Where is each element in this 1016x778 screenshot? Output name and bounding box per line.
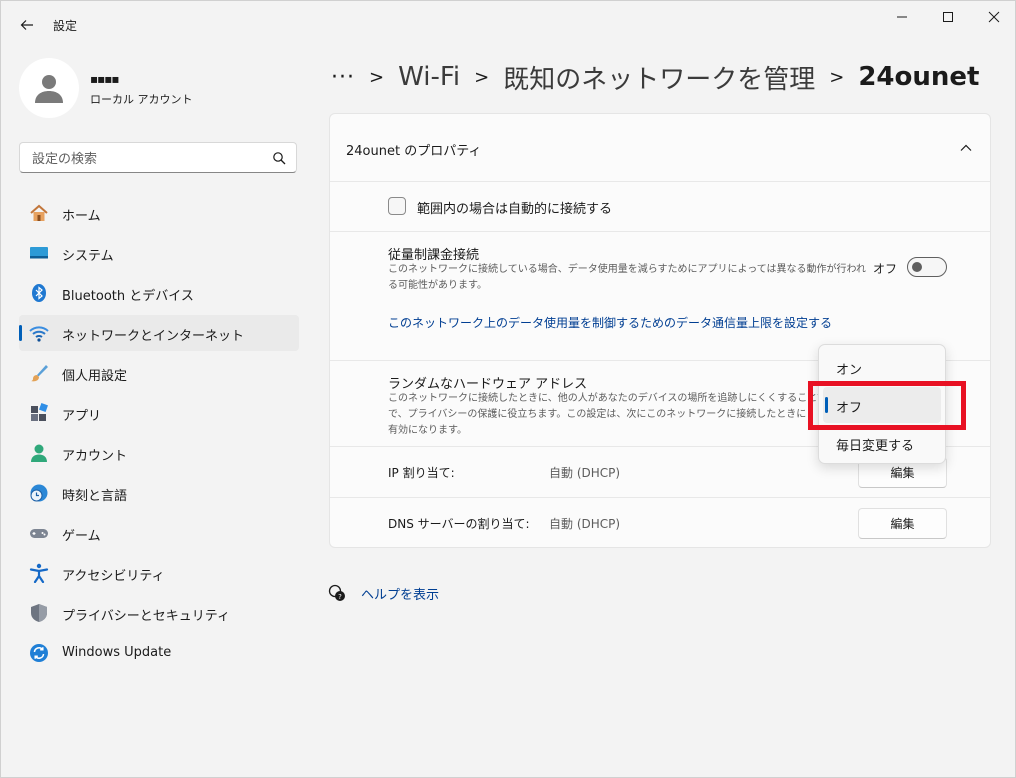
sidebar-item-network[interactable]: ネットワークとインターネット [19, 315, 299, 351]
sidebar-item-time-language[interactable]: 時刻と言語 [19, 475, 299, 511]
settings-search-box[interactable] [19, 142, 297, 173]
title-bar: 設定 [1, 1, 1015, 47]
breadcrumb-more-button[interactable]: ··· [331, 65, 355, 90]
collapse-button[interactable] [956, 138, 976, 158]
sidebar-item-accessibility[interactable]: アクセシビリティ [19, 555, 299, 591]
sidebar-nav: ホーム システム Bluetooth とデバイス ネットワークとインターネット … [19, 195, 299, 675]
help-link[interactable]: ? ヘルプを表示 [327, 582, 439, 604]
maximize-button[interactable] [925, 1, 971, 33]
chevron-right-icon: > [474, 66, 490, 88]
bluetooth-icon [29, 283, 49, 303]
update-icon [29, 643, 49, 663]
wifi-icon [29, 323, 49, 343]
user-silhouette-icon [35, 75, 63, 103]
clock-globe-icon [29, 483, 49, 503]
home-icon [29, 203, 49, 223]
account-type: ローカル アカウント [90, 93, 193, 106]
accessibility-icon [29, 563, 49, 583]
chevron-up-icon [960, 144, 972, 151]
auto-connect-label: 範囲内の場合は自動的に接続する [417, 202, 613, 217]
sidebar-item-apps[interactable]: アプリ [19, 395, 299, 431]
breadcrumb: ··· > Wi-Fi > 既知のネットワークを管理 > 24ounet [331, 57, 979, 97]
properties-header[interactable]: 24ounet のプロパティ [330, 114, 990, 182]
sidebar-item-gaming[interactable]: ゲーム [19, 515, 299, 551]
back-arrow-icon [20, 20, 33, 30]
svg-text:?: ? [338, 593, 342, 601]
gamepad-icon [29, 523, 49, 543]
app-title: 設定 [53, 19, 78, 33]
sidebar-item-windows-update[interactable]: Windows Update [19, 635, 299, 671]
account-icon [29, 443, 49, 463]
highlight-box [808, 381, 966, 430]
settings-window: 設定 ▪▪▪▪ ローカル アカウント 設定の検索 ホーム システム Blueto… [0, 0, 1016, 778]
help-label: ヘルプを表示 [361, 587, 440, 603]
properties-title: 24ounet のプロパティ [346, 144, 482, 159]
ip-assignment-value: 自動 (DHCP) [549, 466, 621, 480]
breadcrumb-wifi[interactable]: Wi-Fi [398, 62, 460, 92]
sidebar-item-system[interactable]: システム [19, 235, 299, 271]
auto-connect-checkbox[interactable] [388, 197, 406, 215]
maximize-icon [943, 12, 953, 22]
chevron-right-icon: > [829, 66, 845, 88]
dropdown-option-on[interactable]: オン [823, 349, 941, 385]
chevron-right-icon: > [368, 66, 385, 88]
metered-toggle-state: オフ [873, 262, 898, 276]
network-properties-card: 24ounet のプロパティ 範囲内の場合は自動的に接続する 従量制課金接続 こ… [329, 113, 991, 548]
help-icon: ? [328, 584, 345, 601]
dns-edit-button[interactable]: 編集 [858, 508, 947, 539]
sidebar-item-privacy[interactable]: プライバシーとセキュリティ [19, 595, 299, 631]
divider [330, 497, 990, 498]
sidebar-item-home[interactable]: ホーム [19, 195, 299, 231]
data-limit-link[interactable]: このネットワーク上のデータ使用量を制御するためのデータ通信量上限を設定する [388, 314, 832, 331]
metered-connection-title: 従量制課金接続 [388, 248, 480, 263]
back-button[interactable] [13, 11, 41, 39]
toggle-knob [912, 262, 922, 272]
system-icon [29, 243, 49, 263]
dropdown-option-daily[interactable]: 毎日変更する [823, 425, 941, 461]
avatar [19, 58, 79, 118]
metered-connection-toggle[interactable] [907, 257, 947, 277]
sidebar-item-bluetooth[interactable]: Bluetooth とデバイス [19, 275, 299, 311]
apps-icon [29, 403, 49, 423]
shield-icon [29, 603, 49, 623]
sidebar-item-personalization[interactable]: 個人用設定 [19, 355, 299, 391]
brush-icon [29, 363, 49, 383]
dns-assignment-label: DNS サーバーの割り当て: [388, 517, 530, 531]
ip-assignment-label: IP 割り当て: [388, 466, 455, 480]
minimize-icon [897, 16, 907, 18]
breadcrumb-known-networks[interactable]: 既知のネットワークを管理 [503, 59, 815, 96]
user-name: ▪▪▪▪ [90, 72, 120, 86]
random-hw-address-title: ランダムなハードウェア アドレス [388, 377, 588, 392]
divider [330, 231, 990, 232]
metered-connection-description: このネットワークに接続している場合、データ使用量を減らすためにアプリによっては異… [388, 264, 866, 291]
dns-assignment-value: 自動 (DHCP) [549, 517, 621, 531]
search-input[interactable] [30, 148, 264, 170]
page-title: 24ounet [858, 62, 980, 92]
minimize-button[interactable] [879, 1, 925, 33]
close-icon [988, 11, 1000, 23]
close-button[interactable] [971, 1, 1016, 33]
search-icon[interactable] [272, 151, 286, 165]
random-hw-address-description: このネットワークに接続したときに、他の人があなたのデバイスの場所を追跡しにくくす… [388, 393, 827, 436]
sidebar-item-accounts[interactable]: アカウント [19, 435, 299, 471]
user-profile[interactable]: ▪▪▪▪ ローカル アカウント [19, 58, 299, 118]
